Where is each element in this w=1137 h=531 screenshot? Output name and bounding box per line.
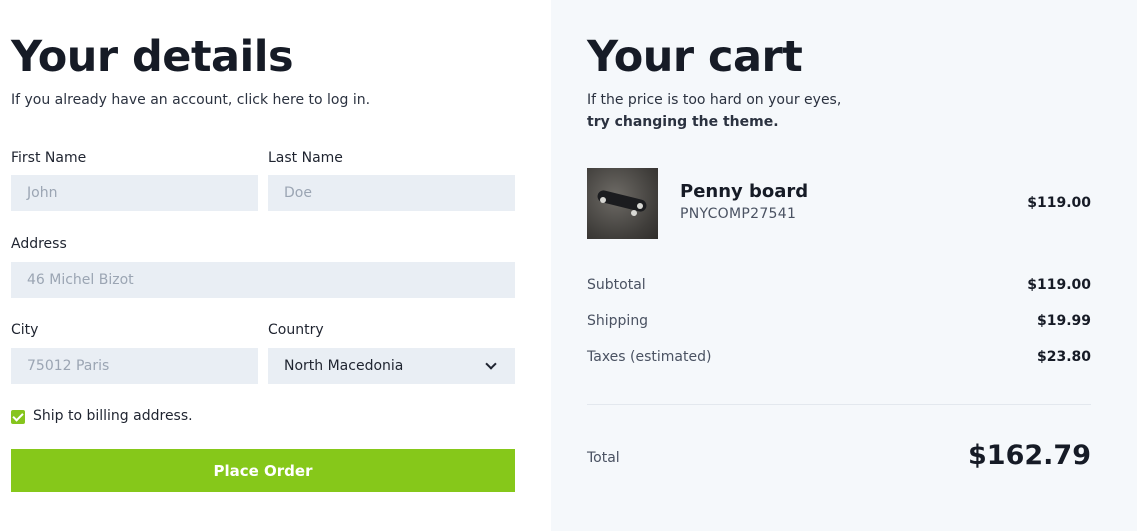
address-field[interactable]: 46 Michel Bizot bbox=[11, 262, 515, 298]
theme-hint-link[interactable]: try changing the theme. bbox=[587, 111, 779, 133]
product-name: Penny board bbox=[680, 181, 809, 202]
total-label: Total bbox=[587, 450, 620, 466]
city-label: City bbox=[11, 322, 39, 338]
wheel bbox=[600, 197, 606, 203]
product-image bbox=[587, 168, 658, 239]
first-name-label: First Name bbox=[11, 150, 87, 166]
total-value: $162.79 bbox=[968, 440, 1091, 471]
wheel bbox=[631, 210, 637, 216]
chevron-down-icon bbox=[485, 358, 497, 370]
divider bbox=[587, 404, 1091, 405]
country-selected-value: North Macedonia bbox=[284, 358, 404, 374]
subtotal-label: Subtotal bbox=[587, 277, 646, 293]
shipping-label: Shipping bbox=[587, 313, 649, 329]
city-field[interactable]: 75012 Paris bbox=[11, 348, 258, 384]
theme-hint: If the price is too hard on your eyes, bbox=[587, 92, 842, 108]
login-prompt[interactable]: If you already have an account, click he… bbox=[11, 89, 370, 111]
shipping-value: $19.99 bbox=[1036, 313, 1091, 329]
ship-billing-label[interactable]: Ship to billing address. bbox=[33, 408, 193, 424]
country-select[interactable]: North Macedonia bbox=[268, 348, 515, 384]
taxes-label: Taxes (estimated) bbox=[587, 349, 712, 365]
product-sku: PNYCOMP27541 bbox=[680, 206, 797, 222]
address-label: Address bbox=[11, 236, 67, 252]
details-title: Your details bbox=[11, 32, 294, 82]
taxes-value: $23.80 bbox=[1036, 349, 1091, 365]
ship-billing-checkbox[interactable] bbox=[11, 410, 25, 424]
cart-title: Your cart bbox=[587, 32, 803, 82]
product-price: $119.00 bbox=[1027, 195, 1091, 211]
subtotal-value: $119.00 bbox=[1027, 277, 1091, 293]
last-name-label: Last Name bbox=[268, 150, 343, 166]
country-label: Country bbox=[268, 322, 324, 338]
wheel bbox=[637, 203, 643, 209]
last-name-field[interactable]: Doe bbox=[268, 175, 515, 211]
place-order-button[interactable]: Place Order bbox=[11, 449, 515, 492]
first-name-field[interactable]: John bbox=[11, 175, 258, 211]
